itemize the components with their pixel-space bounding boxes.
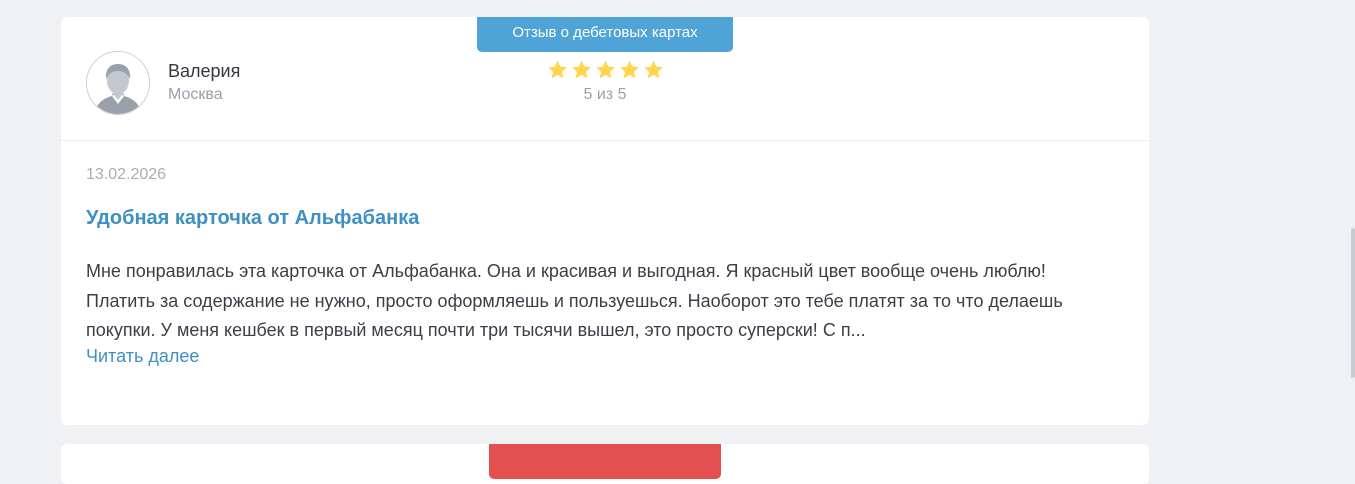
star-icon — [571, 60, 591, 79]
read-more-link[interactable]: Читать далее — [86, 346, 199, 367]
star-icon — [643, 60, 663, 79]
review-card: Отзыв о дебетовых картах Валерия Москва — [61, 17, 1149, 425]
rating-stars — [544, 59, 666, 81]
review-header: Валерия Москва 5 из 5 — [61, 17, 1149, 141]
avatar — [86, 51, 150, 115]
review-card — [61, 444, 1149, 484]
rating-text: 5 из 5 — [583, 86, 627, 103]
review-text: Мне понравилась эта карточка от Альфабан… — [86, 261, 1063, 340]
rating: 5 из 5 — [544, 59, 666, 104]
author-name: Валерия — [168, 61, 241, 81]
review-category-tag[interactable] — [489, 444, 721, 479]
review-date: 13.02.2026 — [86, 166, 167, 183]
user-avatar-icon — [87, 52, 149, 114]
author-city: Москва — [168, 86, 223, 103]
scrollbar-thumb[interactable] — [1351, 228, 1355, 378]
star-icon — [595, 60, 615, 79]
review-title[interactable]: Удобная карточка от Альфабанка — [86, 207, 419, 230]
star-icon — [547, 60, 567, 79]
star-icon — [619, 60, 639, 79]
